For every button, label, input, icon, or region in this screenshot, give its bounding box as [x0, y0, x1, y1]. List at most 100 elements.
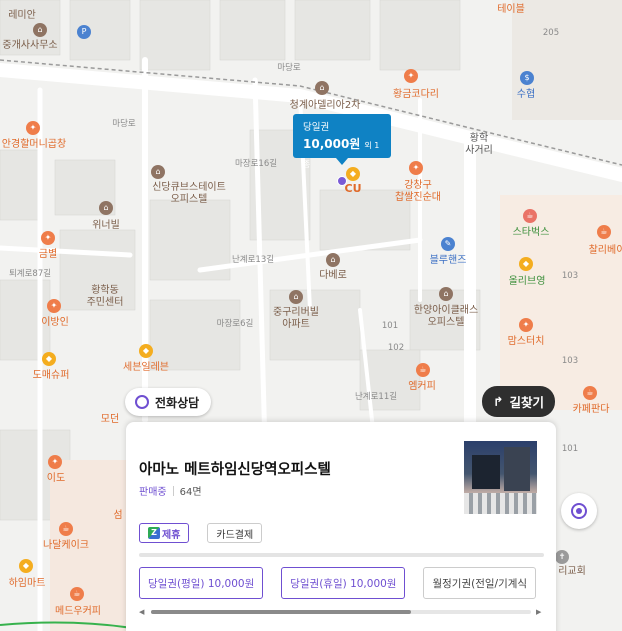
map-label-suhyeop[interactable]: 수협	[517, 89, 535, 101]
poi-icon-ganjangu: ✦	[409, 161, 423, 175]
map-label-b103a[interactable]: 103	[562, 271, 578, 282]
map-label-medeu[interactable]: 메드우커피	[55, 606, 101, 618]
map-label-ido[interactable]: 이도	[47, 473, 65, 485]
poi-icon-cheonggye: ⌂	[315, 81, 329, 95]
partner-z-icon: Z	[148, 527, 160, 539]
directions-button[interactable]: ↱ 길찾기	[482, 386, 555, 417]
road-label-nangye13: 난계로13길	[231, 255, 275, 265]
poi-icon-golden: ✦	[404, 69, 418, 83]
selected-location-marker[interactable]	[337, 176, 347, 186]
parking-name: 아마노 메트하임신당역오피스텔	[139, 462, 331, 478]
poi-icon-hayim: ◆	[19, 559, 33, 573]
map-label-mamstouch[interactable]: 맘스터치	[508, 336, 545, 348]
map-label-b101b[interactable]: 101	[562, 444, 578, 455]
sale-status: 판매중	[139, 487, 167, 498]
map-label-mmcoffee[interactable]: 엠커피	[408, 381, 436, 393]
map-label-charly[interactable]: 찰리베이	[589, 245, 622, 257]
poi-icon-winner: ⌂	[99, 201, 113, 215]
poi-icon-seven: ◆	[139, 344, 153, 358]
map-label-b101a[interactable]: 101	[382, 321, 398, 332]
map-label-b103b[interactable]: 103	[562, 356, 578, 367]
map-label-church[interactable]: 리교회	[558, 566, 586, 578]
poi-icon-charly: ☕	[597, 225, 611, 239]
tooltip-ticket-label: 당일권	[303, 122, 330, 133]
tag-list: Z 제휴 카드결제	[139, 523, 263, 543]
scroll-right-icon[interactable]: ▶	[536, 608, 541, 616]
poi-icon-shindang-cube: ⌂	[151, 165, 165, 179]
poi-icon-mmcoffee: ☕	[416, 363, 430, 377]
phone-consult-button[interactable]: 전화상담	[125, 388, 212, 416]
section-divider	[139, 553, 544, 557]
map-label-bluehans[interactable]: 블루핸즈	[430, 255, 467, 267]
map-label-hwanghak[interactable]: 황학 사거리	[465, 133, 493, 156]
map-label-lamian[interactable]: 레미안	[8, 10, 36, 22]
road-label-madang2: 마당로	[112, 119, 136, 129]
ticket-list[interactable]: 당일권(평일) 10,000원 당일권(휴일) 10,000원 월정기권(전일/…	[139, 567, 544, 599]
poi-icon-medeu: ☕	[70, 587, 84, 601]
partner-tag: Z 제휴	[139, 523, 190, 543]
map-label-tax-office[interactable]: 중개사사무소	[2, 40, 57, 52]
ticket-monthly[interactable]: 월정기권(전일/기계식	[423, 567, 537, 599]
map-label-hanyang-ic[interactable]: 한양아이클래스 오피스텔	[414, 305, 478, 328]
scroll-left-icon[interactable]: ◀	[139, 608, 144, 616]
ticket-weekday[interactable]: 당일권(평일) 10,000원	[139, 567, 264, 599]
map-label-winner[interactable]: 위너빌	[92, 220, 120, 232]
map-label-junggu-hb[interactable]: 중구리버빌 아파트	[273, 307, 319, 330]
poi-icon-dabero: ⌂	[326, 253, 340, 267]
space-count: 64면	[179, 487, 202, 498]
map-label-cafepanda[interactable]: 카페판다	[573, 404, 610, 416]
poi-icon-cafepanda: ☕	[583, 386, 597, 400]
directions-label: 길찾기	[509, 395, 544, 410]
map-label-shindang-cube[interactable]: 신당큐브스테이트 오피스텔	[152, 182, 226, 205]
map-label-hwanghak-dong[interactable]: 황학동 주민센터	[87, 285, 124, 308]
map-label-cheonggye[interactable]: 청계아델리아2차	[290, 100, 361, 112]
map-label-andong[interactable]: 안경할머니곱창	[2, 139, 66, 151]
poi-icon-hanyang: ⌂	[439, 287, 453, 301]
my-location-button[interactable]	[561, 493, 597, 529]
phone-consult-label: 전화상담	[155, 395, 200, 410]
map-label-domaesupo[interactable]: 도매슈퍼	[33, 370, 70, 382]
card-payment-tag: 카드결제	[207, 523, 263, 543]
map-label-modern[interactable]: 모던	[101, 414, 119, 426]
map-label-dabero[interactable]: 다베로	[319, 270, 347, 282]
meta-divider	[172, 485, 174, 496]
poi-icon-lamian: ⌂	[33, 23, 47, 37]
phone-icon	[135, 395, 149, 409]
road-label-madang: 마당로	[277, 63, 301, 73]
parking-meta: 판매중 64면	[139, 483, 202, 498]
cu-label: CU	[344, 182, 362, 195]
tooltip-price: 10,000원	[303, 137, 361, 151]
poi-icon-junggu: ⌂	[289, 290, 303, 304]
parking-price-tooltip[interactable]: 당일권 10,000원 외 1종	[293, 114, 391, 169]
map-label-lee-bangin[interactable]: 이방인	[41, 317, 69, 329]
poi-icon-suhyeop: $	[520, 71, 534, 85]
map-label-ganjangu[interactable]: 강창구 찹쌀진순대	[395, 180, 441, 203]
poi-icon-starbucks: ☕	[523, 209, 537, 223]
poi-icon-bluehans: ✎	[441, 237, 455, 251]
poi-icon-church: ✝	[555, 550, 569, 564]
turn-arrow-icon: ↱	[493, 394, 504, 409]
poi-icon-nadal: ☕	[59, 522, 73, 536]
map-label-table[interactable]: 테이블	[497, 4, 525, 16]
map-label-seven[interactable]: 세븐일레븐	[123, 362, 169, 374]
map-label-golden[interactable]: 황금코다리	[393, 89, 439, 101]
scroll-thumb[interactable]	[151, 610, 411, 614]
map-label-oliveyoung[interactable]: 올리브영	[509, 276, 546, 288]
poi-icon-domaesupo: ◆	[42, 352, 56, 366]
map-label-b102[interactable]: 102	[388, 343, 404, 354]
poi-icon-gumbyeol: ✦	[41, 231, 55, 245]
map-label-nadal[interactable]: 나달케이크	[43, 540, 89, 552]
location-target-icon	[571, 503, 587, 519]
ticket-holiday[interactable]: 당일권(휴일) 10,000원	[281, 567, 406, 599]
map-label-gumbyeol[interactable]: 금별	[39, 249, 57, 261]
map-label-seom[interactable]: 섬	[113, 510, 122, 522]
road-label-majang6: 마장로6길	[216, 319, 254, 329]
map-label-starbucks[interactable]: 스타벅스	[513, 227, 550, 239]
poi-icon-ido: ✦	[48, 455, 62, 469]
ticket-scrollbar[interactable]: ◀ ▶	[139, 608, 544, 616]
map-label-hayim[interactable]: 하임마트	[9, 578, 46, 590]
map-label-b205[interactable]: 205	[543, 28, 559, 39]
parking-photo[interactable]	[464, 441, 537, 514]
parking-info-card[interactable]: 아마노 메트하임신당역오피스텔 판매중 64면 Z 제휴 카드결제 당일권(평일)…	[126, 422, 556, 631]
parking-icon: P	[77, 25, 91, 39]
